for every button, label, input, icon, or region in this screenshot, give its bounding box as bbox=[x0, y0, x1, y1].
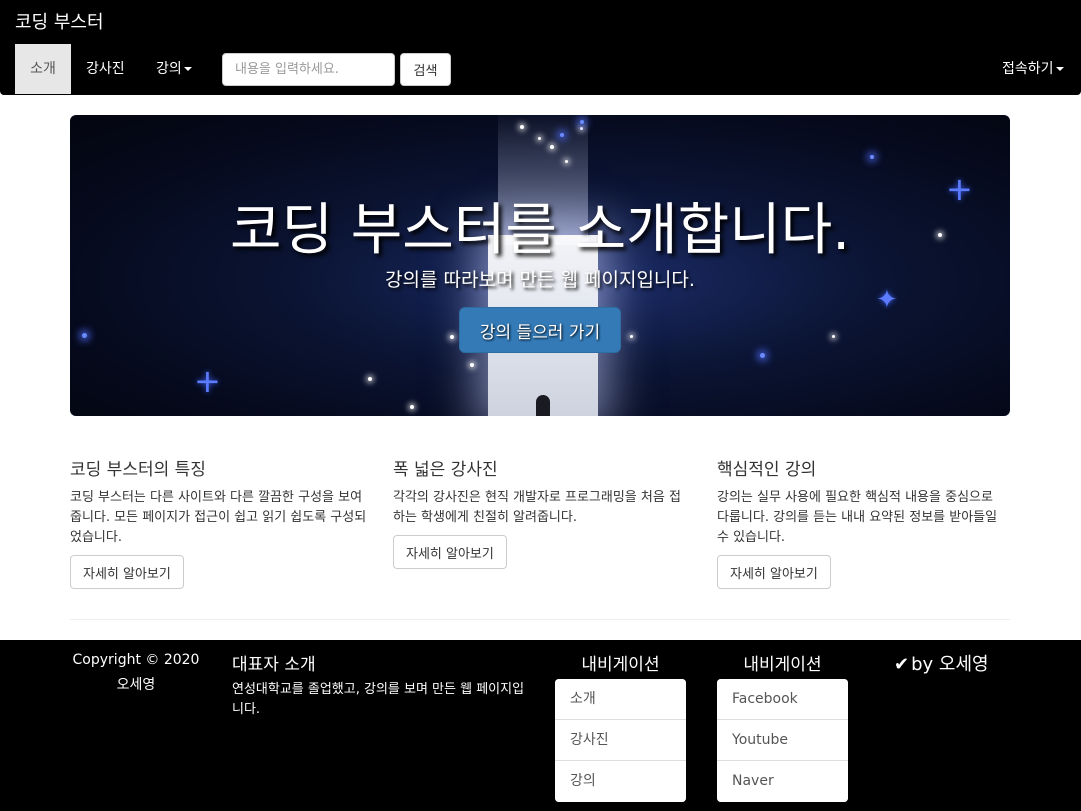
star-decoration bbox=[470, 363, 474, 367]
search-input[interactable] bbox=[222, 53, 395, 86]
section-divider bbox=[70, 619, 1010, 620]
footer-link-facebook[interactable]: Facebook bbox=[717, 679, 848, 720]
feature-title: 폭 넓은 강사진 bbox=[393, 460, 498, 480]
feature-title: 코딩 부스터의 특징 bbox=[70, 460, 206, 480]
copyright-text: Copyright © 2020 bbox=[72, 652, 200, 668]
footer: Copyright © 2020 오세영 대표자 소개 연성대학교를 졸업했고,… bbox=[0, 640, 1081, 811]
footer-social-list: Facebook Youtube Naver bbox=[717, 679, 848, 802]
search-button[interactable]: 검색 bbox=[400, 53, 451, 86]
feature-column: 폭 넓은 강사진 각각의 강사진은 현직 개발자로 프로그래밍을 처음 접하는 … bbox=[393, 455, 683, 528]
silhouette-figure bbox=[536, 395, 550, 416]
star-decoration bbox=[565, 160, 568, 163]
representative-text: 연성대학교를 졸업했고, 강의를 보며 만든 웹 페이지입니다. bbox=[232, 682, 525, 717]
byline: ✔ by 오세영 bbox=[894, 650, 989, 676]
chevron-down-icon bbox=[1055, 67, 1064, 71]
feature-column: 핵심적인 강의 강의는 실무 사용에 필요한 핵심적 내용을 중심으로 다룹니다… bbox=[717, 455, 1007, 548]
star-decoration bbox=[760, 353, 765, 358]
byline-text: by 오세영 bbox=[911, 654, 989, 675]
sparkle-icon: + bbox=[194, 362, 221, 400]
star-decoration bbox=[520, 125, 524, 129]
nav-item-instructors[interactable]: 강사진 bbox=[86, 44, 125, 94]
brand-logo[interactable]: 코딩 부스터 bbox=[15, 8, 104, 34]
go-to-lectures-button[interactable]: 강의 들으러 가기 bbox=[459, 307, 621, 353]
hero-jumbotron: + + ✦ 코딩 부스터를 소개합니다. 강의를 따라보며 만든 웹 페이지입니… bbox=[70, 115, 1010, 416]
footer-nav-item-intro[interactable]: 소개 bbox=[555, 679, 686, 720]
feature-text: 강의는 실무 사용에 필요한 핵심적 내용을 중심으로 다룹니다. 강의를 듣는… bbox=[717, 490, 998, 545]
top-navbar: 코딩 부스터 소개 강사진 강의 검색 접속하기 bbox=[0, 0, 1081, 95]
footer-nav-list: 소개 강사진 강의 bbox=[555, 679, 686, 802]
star-decoration bbox=[368, 377, 372, 381]
connect-dropdown[interactable]: 접속하기 bbox=[1002, 44, 1064, 94]
learn-more-button[interactable]: 자세히 알아보기 bbox=[70, 555, 184, 589]
star-decoration bbox=[832, 335, 835, 338]
footer-nav-title: 내비게이션 bbox=[581, 655, 660, 675]
hero-title: 코딩 부스터를 소개합니다. bbox=[229, 198, 851, 263]
copyright-block: Copyright © 2020 오세영 bbox=[70, 648, 202, 698]
star-decoration bbox=[870, 155, 874, 159]
copyright-author: 오세영 bbox=[116, 677, 156, 693]
star-decoration bbox=[630, 335, 633, 338]
nav-item-intro[interactable]: 소개 bbox=[15, 44, 71, 94]
star-decoration bbox=[580, 120, 584, 124]
star-decoration bbox=[580, 127, 583, 130]
footer-nav-title: 내비게이션 bbox=[743, 655, 822, 675]
star-decoration bbox=[550, 145, 554, 149]
representative-title: 대표자 소개 bbox=[232, 655, 316, 675]
star-decoration bbox=[450, 335, 454, 339]
learn-more-button[interactable]: 자세히 알아보기 bbox=[717, 555, 831, 589]
star-decoration bbox=[560, 133, 564, 137]
star-decoration bbox=[82, 333, 87, 338]
footer-nav-item-lectures[interactable]: 강의 bbox=[555, 761, 686, 802]
feature-column: 코딩 부스터의 특징 코딩 부스터는 다른 사이트와 다른 깔끔한 구성을 보여… bbox=[70, 455, 370, 548]
footer-link-youtube[interactable]: Youtube bbox=[717, 720, 848, 761]
check-icon: ✔ bbox=[894, 654, 910, 675]
star-decoration bbox=[410, 405, 414, 409]
feature-title: 핵심적인 강의 bbox=[717, 460, 817, 480]
connect-label: 접속하기 bbox=[1002, 61, 1054, 77]
footer-link-naver[interactable]: Naver bbox=[717, 761, 848, 802]
footer-nav-item-instructors[interactable]: 강사진 bbox=[555, 720, 686, 761]
feature-text: 코딩 부스터는 다른 사이트와 다른 깔끔한 구성을 보여줍니다. 모든 페이지… bbox=[70, 490, 367, 545]
nav-item-lectures-label: 강의 bbox=[156, 61, 182, 77]
hero-subtitle: 강의를 따라보며 만든 웹 페이지입니다. bbox=[385, 269, 695, 291]
star-decoration bbox=[538, 137, 541, 140]
chevron-down-icon bbox=[183, 67, 192, 71]
nav-item-lectures-dropdown[interactable]: 강의 bbox=[156, 44, 192, 94]
learn-more-button[interactable]: 자세히 알아보기 bbox=[393, 535, 507, 569]
feature-text: 각각의 강사진은 현직 개발자로 프로그래밍을 처음 접하는 학생에게 친절히 … bbox=[393, 490, 681, 525]
